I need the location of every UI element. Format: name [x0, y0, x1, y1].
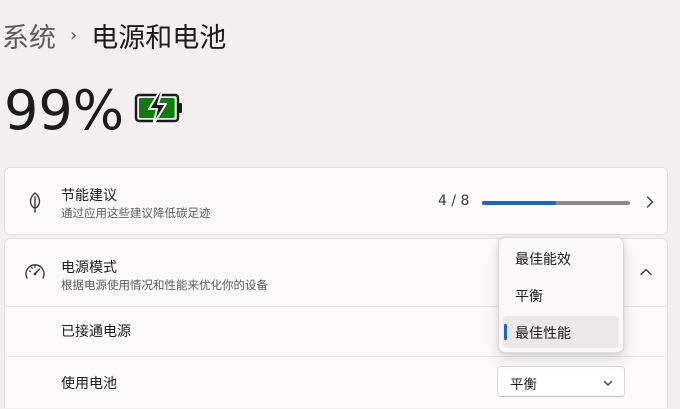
breadcrumb-parent-system[interactable]: 系统: [2, 16, 56, 55]
dropdown-option-label: 平衡: [515, 289, 543, 305]
energy-recommendations-title: 节能建议: [61, 188, 117, 204]
energy-recommendations-row[interactable]: 节能建议 通过应用这些建议降低碳足迹 4 / 8: [5, 168, 667, 234]
power-mode-dropdown-menu: 最佳能效 平衡 最佳性能: [498, 237, 624, 353]
dropdown-option-label: 最佳性能: [515, 326, 571, 342]
leaf-icon: [29, 192, 41, 213]
chevron-right-icon[interactable]: [642, 194, 658, 210]
energy-recommendations-subtitle: 通过应用这些建议降低碳足迹: [61, 206, 211, 220]
energy-recommendations-card[interactable]: 节能建议 通过应用这些建议降低碳足迹 4 / 8: [4, 167, 668, 235]
selected-indicator: [504, 324, 507, 340]
breadcrumb: 系统 › 电源和电池: [2, 14, 226, 56]
chevron-up-icon[interactable]: [638, 264, 654, 280]
on-battery-row: 使用电池 平衡: [5, 361, 667, 409]
dropdown-option-best-efficiency[interactable]: 最佳能效: [503, 242, 619, 274]
chevron-down-icon: [603, 380, 613, 386]
plugged-in-label: 已接通电源: [61, 324, 131, 340]
divider: [5, 356, 667, 357]
battery-charging-icon: [134, 90, 182, 126]
dropdown-option-label: 最佳能效: [515, 252, 571, 268]
on-battery-selected-value: 平衡: [510, 377, 537, 393]
on-battery-power-mode-select[interactable]: 平衡: [497, 366, 625, 397]
power-mode-title: 电源模式: [61, 260, 117, 276]
page-title: 电源和电池: [91, 22, 227, 54]
speedometer-icon: [25, 264, 45, 279]
dropdown-option-best-performance[interactable]: 最佳性能: [503, 316, 619, 348]
recommendations-progress-fill: [482, 201, 556, 205]
recommendations-progress-bar: [482, 201, 630, 205]
dropdown-option-balanced[interactable]: 平衡: [503, 279, 619, 311]
recommendations-progress-count: 4 / 8: [438, 193, 470, 209]
on-battery-label: 使用电池: [61, 376, 117, 392]
breadcrumb-separator: ›: [70, 24, 78, 46]
power-mode-subtitle: 根据电源使用情况和性能来优化你的设备: [61, 278, 268, 292]
battery-percentage: 99%: [4, 79, 125, 142]
